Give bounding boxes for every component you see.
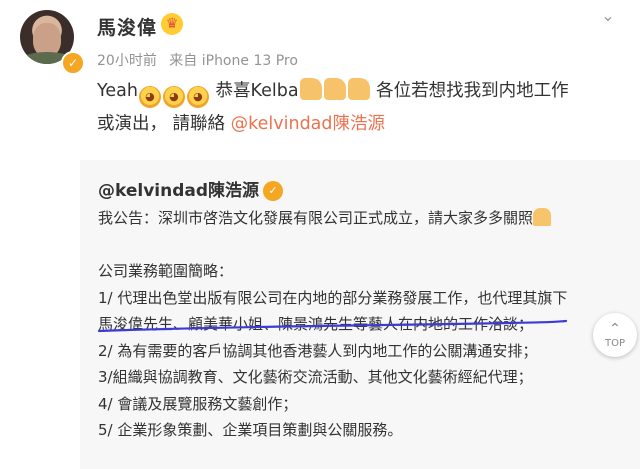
- thumbs-up-icon: [347, 78, 370, 100]
- post-meta: 20小时前 来自 iPhone 13 Pro: [97, 50, 306, 70]
- chevron-up-icon: ⌃: [609, 321, 621, 337]
- scroll-to-top-button[interactable]: ⌃ TOP: [593, 313, 637, 357]
- mention-link[interactable]: @kelvindad陳浩源: [231, 114, 385, 134]
- reposted-content[interactable]: @kelvindad陳浩源 ✓ 我公告：深圳市啓浩文化發展有限公司正式成立，請大家…: [80, 160, 640, 469]
- thumbs-up-icon: [323, 78, 346, 100]
- repost-line-highlighted: 馬浚偉先生、顧美華小姐、陳景鴻先生等藝人在内地的工作洽談；: [98, 315, 534, 333]
- repost-line: 4/ 會議及展覽服務文藝創作；: [98, 394, 298, 413]
- repost-line: 1/ 代理出色堂出版有限公司在内地的部分業務發展工作，也代理其旗下: [98, 288, 568, 307]
- post-time[interactable]: 20小时前: [97, 53, 157, 69]
- repost-line: 我公告：深圳市啓浩文化發展有限公司正式成立，請大家多多關照: [98, 205, 618, 232]
- repost-line: 公司業務範圍簡略：: [98, 262, 234, 280]
- cheering-emoji-icon: ◕: [138, 86, 161, 108]
- repost-author[interactable]: @kelvindad陳浩源 ✓: [98, 176, 284, 201]
- post-text-after-thumbs: 各位若想找我到内地工作: [370, 81, 569, 101]
- crown-badge-icon[interactable]: ♛: [161, 13, 183, 35]
- repost-author-name[interactable]: @kelvindad陳浩源: [98, 181, 259, 201]
- cheering-emoji-icon: ◕: [186, 86, 209, 108]
- repost-body: 我公告：深圳市啓浩文化發展有限公司正式成立，請大家多多關照 公司業務範圍簡略： …: [98, 205, 618, 444]
- post-text-line2: 或演出， 請聯絡: [97, 114, 231, 134]
- repost-line: 5/ 企業形象策劃、企業項目策劃與公關服務。: [98, 421, 403, 439]
- verified-badge-icon: ✓: [263, 181, 284, 201]
- post-text-congrats: 恭喜Kelba: [209, 81, 299, 101]
- repost-line: 2/ 為有需要的客戶協調其他香港藝人到内地工作的公關溝通安排；: [98, 341, 538, 360]
- verified-badge-icon: ✓: [61, 51, 85, 75]
- post-text-start: Yeah: [97, 81, 138, 101]
- post-source: 来自 iPhone 13 Pro: [169, 53, 298, 69]
- cheering-emoji-icon: ◕: [162, 86, 185, 108]
- username[interactable]: 馬浚偉: [97, 13, 157, 40]
- post-text: Yeah ◕ ◕ ◕ 恭喜Kelba 各位若想找我到内地工作 或演出， 請聯絡 @ke…: [97, 75, 622, 141]
- chevron-down-icon[interactable]: ⌄: [597, 6, 619, 26]
- praying-hands-icon: [533, 208, 552, 226]
- scroll-to-top-label: TOP: [604, 338, 625, 349]
- thumbs-up-icon: [299, 78, 322, 100]
- repost-blank-line: [98, 232, 618, 259]
- repost-line: 3/組織與協調教育、文化藝術交流活動、其他文化藝術經紀代理；: [98, 368, 533, 386]
